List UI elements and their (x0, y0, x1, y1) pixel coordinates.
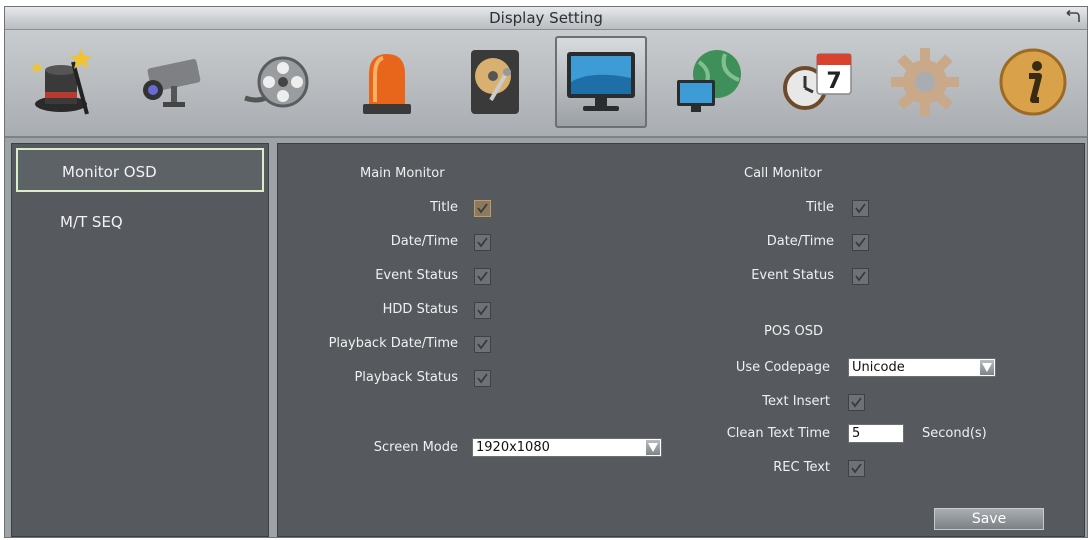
window-title: Display Setting (489, 9, 603, 27)
hard-disk-icon[interactable] (449, 36, 541, 128)
sidebar-item-monitor-osd[interactable]: Monitor OSD (16, 148, 264, 192)
main-hdd-status-checkbox[interactable] (474, 302, 491, 319)
codepage-select[interactable]: Unicode (848, 358, 996, 377)
main-event-status-checkbox[interactable] (474, 268, 491, 285)
dropdown-arrow-icon (980, 360, 994, 375)
clean-text-time-unit: Second(s) (922, 426, 987, 441)
sidebar-item-mt-seq[interactable]: M/T SEQ (16, 200, 264, 244)
main-monitor-heading: Main Monitor (360, 166, 445, 181)
film-reel-icon[interactable] (233, 36, 325, 128)
main-playback-datetime-checkbox[interactable] (474, 336, 491, 353)
settings-panel: Main Monitor Title Date/Time Event Statu… (277, 143, 1085, 537)
main-hdd-status-label: HDD Status (382, 302, 458, 317)
call-datetime-label: Date/Time (766, 234, 834, 249)
rec-text-checkbox[interactable] (848, 460, 865, 477)
main-event-status-label: Event Status (375, 268, 458, 283)
dropdown-arrow-icon (646, 440, 660, 455)
title-bar: Display Setting (5, 7, 1087, 30)
display-setting-window: Display Setting 7 Monitor OSD M/T SEQ Ma… (4, 6, 1088, 538)
main-title-label: Title (430, 200, 458, 215)
call-event-status-label: Event Status (751, 268, 834, 283)
call-title-label: Title (806, 200, 834, 215)
screen-mode-label: Screen Mode (373, 440, 458, 455)
pos-osd-heading: POS OSD (764, 324, 823, 339)
call-datetime-checkbox[interactable] (852, 234, 869, 251)
network-globe-icon[interactable] (663, 36, 755, 128)
monitor-icon[interactable] (555, 36, 647, 128)
clean-text-time-input[interactable]: 5 (848, 424, 904, 443)
text-insert-label: Text Insert (762, 394, 830, 409)
camera-icon[interactable] (125, 36, 217, 128)
codepage-value: Unicode (852, 360, 905, 375)
call-title-checkbox[interactable] (852, 200, 869, 217)
call-event-status-checkbox[interactable] (852, 268, 869, 285)
rec-text-label: REC Text (773, 460, 830, 475)
gear-icon[interactable] (879, 36, 971, 128)
wizard-hat-icon[interactable] (17, 36, 109, 128)
main-playback-datetime-label: Playback Date/Time (328, 336, 458, 351)
use-codepage-label: Use Codepage (735, 360, 830, 375)
back-arrow-icon[interactable] (1065, 10, 1081, 24)
save-button[interactable]: Save (934, 508, 1044, 530)
screen-mode-select[interactable]: 1920x1080 (472, 438, 662, 457)
main-playback-status-label: Playback Status (354, 370, 458, 385)
main-title-checkbox[interactable] (474, 200, 491, 217)
toolbar: 7 (5, 30, 1087, 138)
main-datetime-label: Date/Time (390, 234, 458, 249)
alarm-siren-icon[interactable] (341, 36, 433, 128)
clock-calendar-icon[interactable]: 7 (771, 36, 863, 128)
main-datetime-checkbox[interactable] (474, 234, 491, 251)
call-monitor-heading: Call Monitor (744, 166, 822, 181)
calendar-day: 7 (826, 69, 841, 94)
text-insert-checkbox[interactable] (848, 394, 865, 411)
sidebar: Monitor OSD M/T SEQ (11, 143, 269, 537)
clean-text-time-label: Clean Text Time (726, 426, 830, 441)
screen-mode-value: 1920x1080 (476, 440, 550, 455)
info-icon[interactable] (987, 36, 1079, 128)
main-playback-status-checkbox[interactable] (474, 370, 491, 387)
